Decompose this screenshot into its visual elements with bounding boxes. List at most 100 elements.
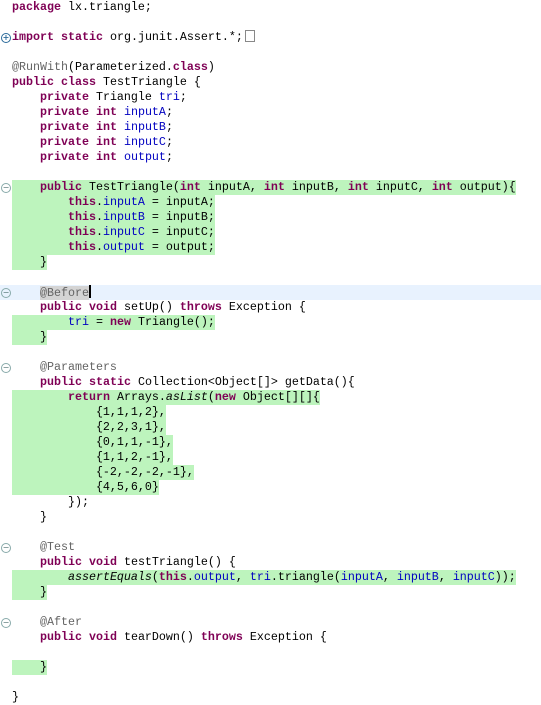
code-text: output){ [452, 180, 516, 194]
code-line[interactable]: } [0, 585, 541, 600]
keyword: int [347, 180, 369, 194]
code-editor[interactable]: package lx.triangle; + import static org.j… [0, 0, 541, 705]
code-text: }); [12, 495, 89, 509]
code-line[interactable]: } [0, 255, 541, 270]
code-line[interactable]: − @Before [0, 285, 541, 300]
keyword: void [88, 630, 117, 644]
code-line[interactable]: {-2,-2,-2,-1}, [0, 465, 541, 480]
code-line[interactable]: {0,1,1,-1}, [0, 435, 541, 450]
code-line[interactable] [0, 165, 541, 180]
code-line[interactable] [0, 345, 541, 360]
code-line[interactable]: @RunWith(Parameterized.class) [0, 60, 541, 75]
code-line[interactable]: private int output; [0, 150, 541, 165]
code-line[interactable]: package lx.triangle; [0, 0, 541, 15]
code-line[interactable] [0, 645, 541, 660]
code-text: = output; [144, 240, 215, 254]
covered-code: } [12, 585, 47, 600]
keyword: import [12, 30, 54, 44]
code-text: {1,1,1,2}, [12, 405, 166, 419]
annotation: @Parameters [39, 360, 117, 374]
code-line[interactable]: {2,2,3,1}, [0, 420, 541, 435]
collapse-fold-icon[interactable]: − [1, 543, 11, 553]
code-line[interactable]: this.inputB = inputB; [0, 210, 541, 225]
keyword: private [39, 120, 89, 134]
code-line[interactable]: } [0, 660, 541, 675]
code-line[interactable]: private int inputC; [0, 135, 541, 150]
code-line[interactable]: this.inputC = inputC; [0, 225, 541, 240]
code-line[interactable] [0, 45, 541, 60]
keyword: void [88, 555, 117, 569]
covered-code: } [12, 330, 47, 345]
code-text: = inputA; [144, 195, 215, 209]
code-text: {2,2,3,1}, [12, 420, 166, 434]
code-line[interactable]: }); [0, 495, 541, 510]
code: } [12, 690, 19, 705]
collapse-fold-icon[interactable]: − [1, 288, 11, 298]
code-line[interactable]: private Triangle tri; [0, 90, 541, 105]
field: tri [249, 570, 271, 584]
code-line[interactable] [0, 270, 541, 285]
code-line[interactable]: − public TestTriangle(int inputA, int in… [0, 180, 541, 195]
code-line[interactable]: assertEquals(this.output, tri.triangle(i… [0, 570, 541, 585]
code-line[interactable]: {1,1,1,2}, [0, 405, 541, 420]
code-line[interactable]: return Arrays.asList(new Object[][]{ [0, 390, 541, 405]
code-line[interactable] [0, 15, 541, 30]
field: inputB [123, 120, 166, 134]
code-line[interactable]: {1,1,2,-1}, [0, 450, 541, 465]
code-line[interactable]: + import static org.junit.Assert.*; [0, 30, 541, 45]
expand-fold-icon[interactable]: + [1, 33, 11, 43]
code: @RunWith(Parameterized.class) [12, 60, 215, 75]
annotation: @RunWith [12, 60, 68, 74]
code-line[interactable] [0, 600, 541, 615]
code-line[interactable]: } [0, 510, 541, 525]
code-line[interactable]: public void setUp() throws Exception { [0, 300, 541, 315]
code-line[interactable]: this.inputA = inputA; [0, 195, 541, 210]
code-line[interactable] [0, 525, 541, 540]
code-text: {4,5,6,0} [12, 480, 159, 494]
code-line[interactable]: } [0, 330, 541, 345]
code-text: ; [165, 150, 173, 164]
code-line[interactable]: this.output = output; [0, 240, 541, 255]
collapsed-imports-icon[interactable] [244, 30, 255, 42]
code-line[interactable]: public class TestTriangle { [0, 75, 541, 90]
collapse-fold-icon[interactable]: − [1, 183, 11, 193]
covered-code: } [12, 660, 47, 675]
code: private int inputB; [12, 120, 173, 135]
code-line[interactable]: public void testTriangle() { [0, 555, 541, 570]
code: @Before [12, 285, 91, 301]
code-text: setUp() [116, 300, 180, 314]
text-cursor [88, 285, 91, 298]
code-text: = inputC; [144, 225, 215, 239]
static-method: assertEquals [67, 570, 152, 584]
code-line[interactable]: private int inputB; [0, 120, 541, 135]
code-text: )); [494, 570, 516, 584]
code-line[interactable]: tri = new Triangle(); [0, 315, 541, 330]
code-line[interactable]: − @After [0, 615, 541, 630]
code-line[interactable]: − @Test [0, 540, 541, 555]
collapse-fold-icon[interactable]: − [1, 618, 11, 628]
code-line[interactable]: } [0, 690, 541, 705]
code-line[interactable]: public void tearDown() throws Exception … [0, 630, 541, 645]
code-text: ) [207, 60, 215, 74]
field: inputA [123, 105, 166, 119]
keyword: this [158, 570, 187, 584]
keyword: static [60, 30, 103, 44]
covered-code: {4,5,6,0} [12, 480, 159, 495]
code-line[interactable]: {4,5,6,0} [0, 480, 541, 495]
collapse-fold-icon[interactable]: − [1, 363, 11, 373]
code-line[interactable]: public static Collection<Object[]> getDa… [0, 375, 541, 390]
code-line[interactable]: − @Parameters [0, 360, 541, 375]
code-line[interactable]: private int inputA; [0, 105, 541, 120]
code-text: ; [165, 105, 173, 119]
code: public void testTriangle() { [12, 555, 236, 570]
code-line[interactable] [0, 675, 541, 690]
